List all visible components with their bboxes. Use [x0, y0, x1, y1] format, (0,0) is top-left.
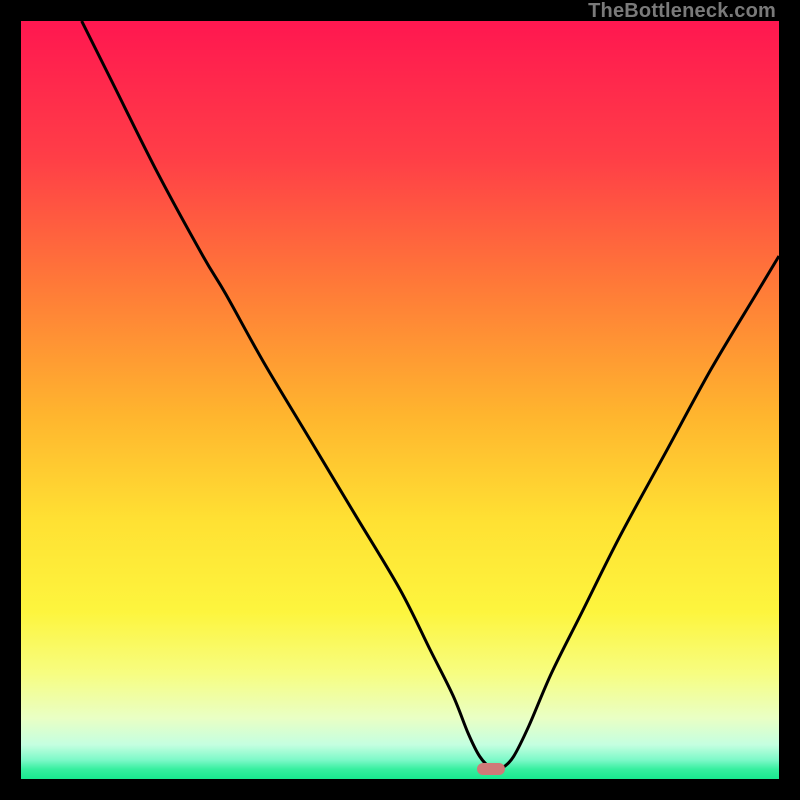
plot-area: [21, 21, 779, 779]
optimal-marker: [477, 763, 506, 775]
watermark-text: TheBottleneck.com: [588, 0, 776, 23]
chart-frame: TheBottleneck.com: [0, 0, 800, 800]
bottleneck-curve: [82, 21, 779, 769]
curve-layer: [21, 21, 779, 779]
